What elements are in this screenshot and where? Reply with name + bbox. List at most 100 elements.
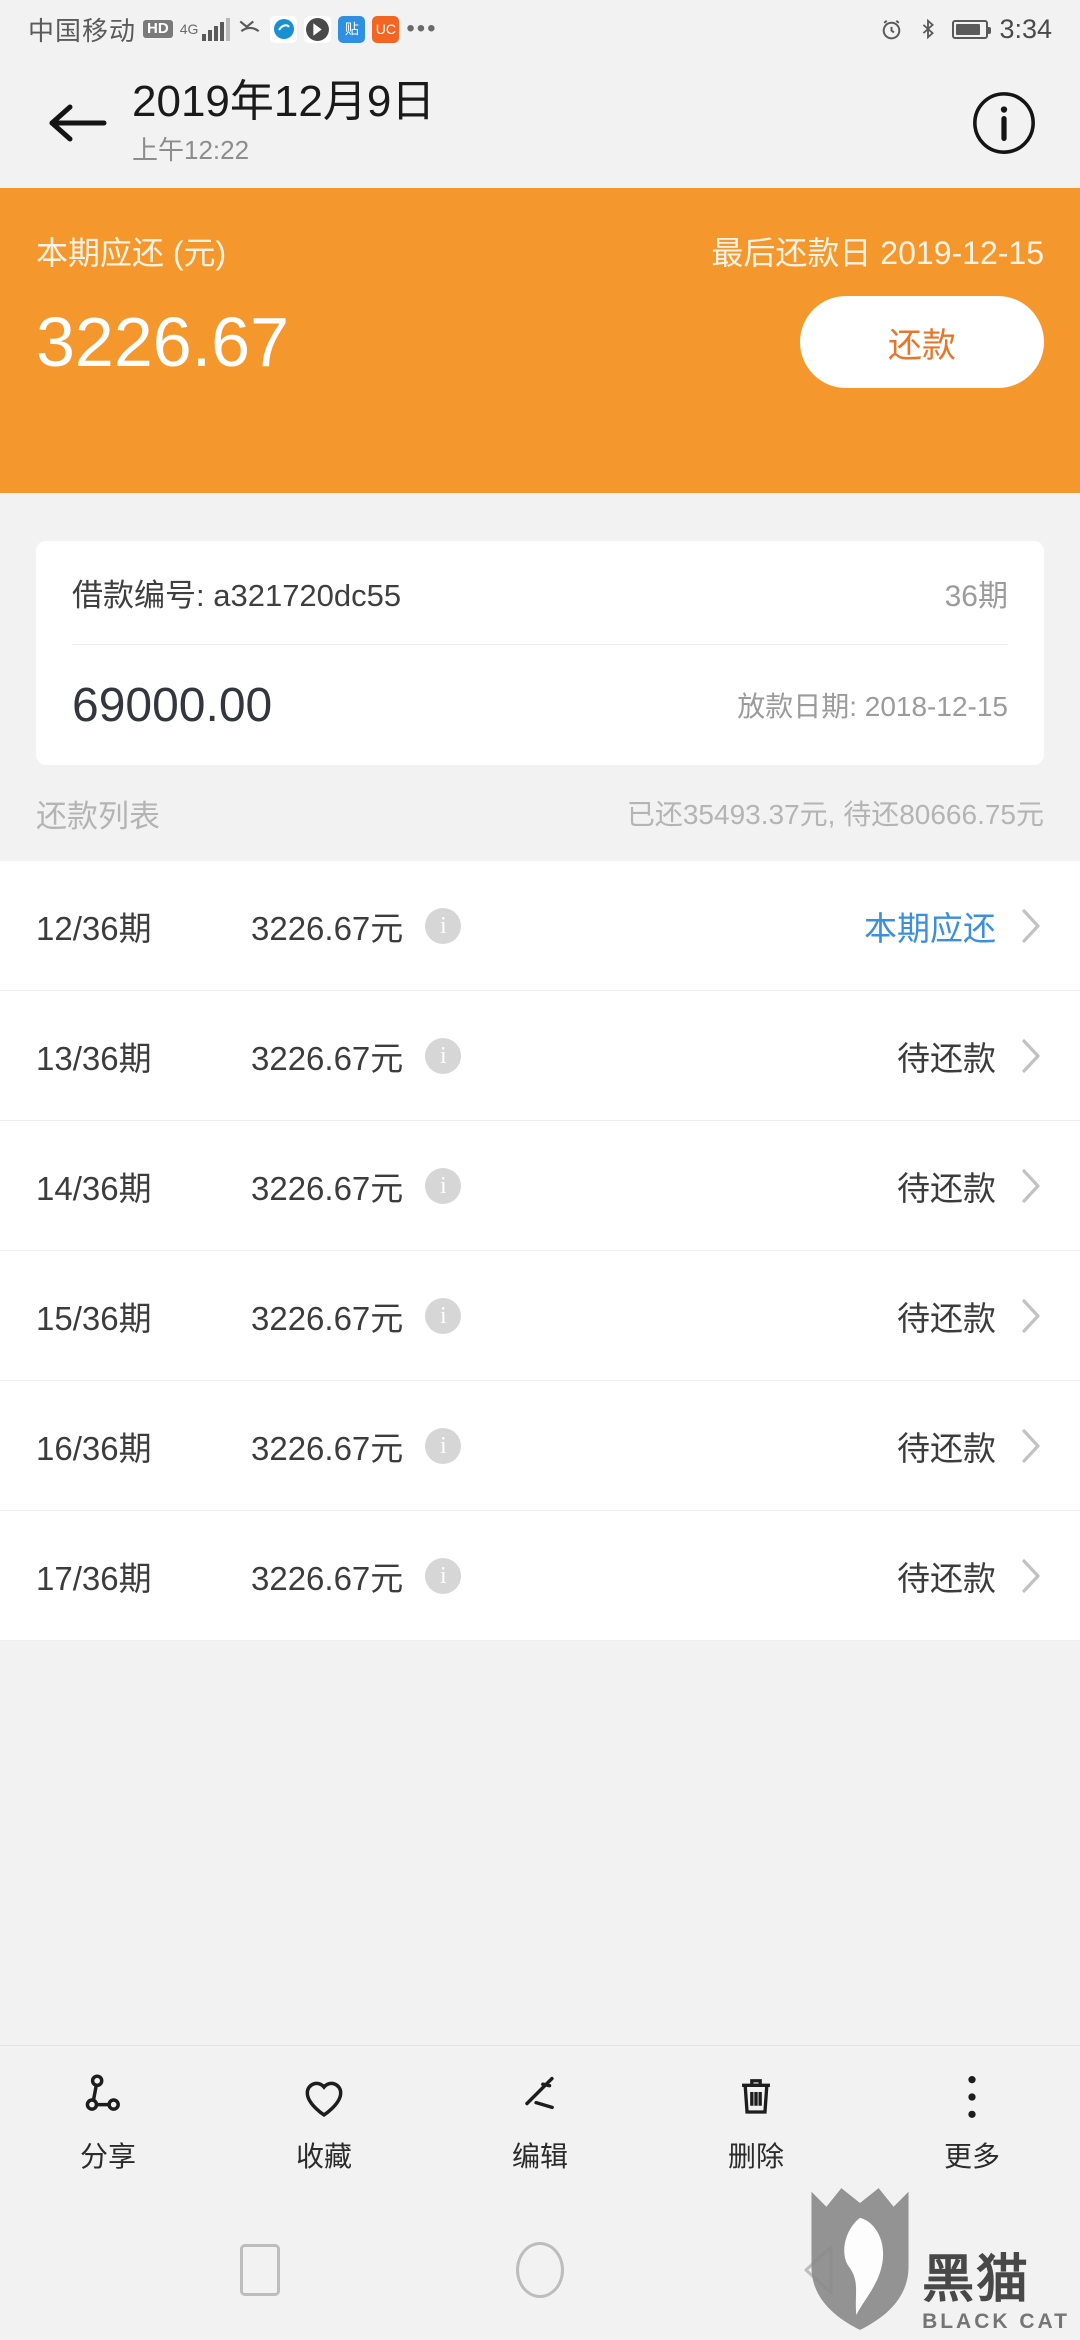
row-term: 17/36期: [36, 1560, 152, 1597]
toolbar-item-label: 更多: [943, 2141, 1000, 2172]
app-icon-tieba: 贴: [338, 15, 366, 43]
info-circle-icon: [973, 92, 1035, 154]
back-button[interactable]: [38, 84, 116, 162]
page-subtitle: 上午12:22: [132, 135, 250, 166]
row-term: 13/36期: [36, 1040, 152, 1077]
status-badge: 待还款: [897, 1040, 996, 1077]
watermark-cn: 黑猫: [922, 2251, 1031, 2309]
bottom-toolbar: 分享 收藏 编辑 删除 更多: [0, 2045, 1080, 2200]
repayment-banner: 本期应还 (元) 最后还款日 2019-12-15 3226.67 还款: [0, 188, 1080, 493]
watermark: 黑猫 BLACK CAT: [804, 2184, 1070, 2334]
row-term: 15/36期: [36, 1300, 152, 1337]
status-badge: 待还款: [897, 1170, 996, 1207]
row-amount: 3226.67元: [251, 910, 404, 947]
chevron-right-icon: [1018, 1556, 1044, 1596]
row-term: 16/36期: [36, 1430, 152, 1467]
repayment-list-title: 还款列表: [36, 798, 160, 834]
square-icon: [240, 2244, 280, 2296]
carrier-label: 中国移动: [28, 15, 137, 46]
home-button[interactable]: [495, 2225, 585, 2315]
info-icon[interactable]: i: [425, 1168, 462, 1204]
loan-disburse-date: 放款日期: 2018-12-15: [737, 691, 1008, 722]
toolbar-item-label: 删除: [727, 2141, 784, 2172]
black-cat-logo-icon: [811, 2188, 909, 2330]
status-badge: 待还款: [897, 1430, 996, 1467]
signal-bars-icon: [202, 17, 231, 41]
row-amount: 3226.67元: [251, 1040, 404, 1077]
table-row[interactable]: 12/36期 3226.67元 i 本期应还: [0, 861, 1080, 991]
toolbar-item-删除[interactable]: 删除: [648, 2071, 864, 2175]
chevron-right-icon: [1018, 1296, 1044, 1336]
loan-card-wrapper: 借款编号: a321720dc55 36期 69000.00 放款日期: 201…: [0, 493, 1080, 765]
app-icon-dark: [304, 15, 332, 43]
table-row[interactable]: 15/36期 3226.67元 i 待还款: [0, 1251, 1080, 1381]
toolbar-item-分享[interactable]: 分享: [0, 2071, 216, 2175]
info-icon[interactable]: i: [425, 1038, 462, 1074]
status-badge: 待还款: [897, 1560, 996, 1597]
banner-due-date: 最后还款日 2019-12-15: [711, 235, 1044, 271]
circle-icon: [516, 2242, 564, 2298]
recents-button[interactable]: [215, 2225, 305, 2315]
info-icon[interactable]: i: [425, 1298, 462, 1334]
page-title: 2019年12月9日: [132, 76, 436, 126]
chevron-right-icon: [1018, 1166, 1044, 1206]
loan-card-bottom-row: 69000.00 放款日期: 2018-12-15: [72, 645, 1008, 765]
info-icon[interactable]: i: [425, 1428, 462, 1464]
app-icon-blue: [270, 15, 298, 43]
loan-number-label: 借款编号: a321720dc55: [72, 578, 402, 613]
loan-card-top-row: 借款编号: a321720dc55 36期: [72, 541, 1008, 645]
row-amount: 3226.67元: [251, 1300, 404, 1337]
chevron-right-icon: [1018, 1036, 1044, 1076]
chevron-right-icon: [1018, 906, 1044, 946]
hd-icon: HD: [143, 19, 173, 39]
overflow-dots-icon: •••: [406, 15, 438, 43]
toolbar-item-label: 收藏: [295, 2141, 352, 2172]
more-vertical-icon: [957, 2071, 987, 2123]
toolbar-item-label: 分享: [79, 2141, 136, 2172]
row-amount: 3226.67元: [251, 1170, 404, 1207]
row-term: 14/36期: [36, 1170, 152, 1207]
toolbar-item-编辑[interactable]: 编辑: [432, 2071, 648, 2175]
table-row[interactable]: 17/36期 3226.67元 i 待还款: [0, 1511, 1080, 1641]
row-term: 12/36期: [36, 910, 152, 947]
row-amount: 3226.67元: [251, 1560, 404, 1597]
status-badge: 本期应还: [864, 910, 996, 947]
pencil-icon: [514, 2071, 566, 2123]
battery-icon: [952, 19, 992, 39]
header-text-group: 2019年12月9日 上午12:22: [116, 76, 968, 168]
status-bar: 中国移动 HD 4G 贴 UC ••• 3:34: [0, 0, 1080, 58]
trash-icon: [731, 2071, 781, 2123]
status-bar-left: 中国移动 HD 4G 贴 UC •••: [28, 11, 878, 48]
app-icon-uc: UC: [372, 15, 400, 43]
share-icon: [82, 2071, 134, 2123]
toolbar-item-更多[interactable]: 更多: [864, 2071, 1080, 2175]
table-row[interactable]: 13/36期 3226.67元 i 待还款: [0, 991, 1080, 1121]
repay-button[interactable]: 还款: [800, 296, 1044, 388]
alarm-icon: [878, 16, 904, 42]
table-row[interactable]: 14/36期 3226.67元 i 待还款: [0, 1121, 1080, 1251]
bluetooth-icon: [915, 16, 941, 42]
repayment-list-summary: 已还35493.37元, 待还80666.75元: [626, 799, 1044, 830]
missed-call-icon: [237, 16, 263, 42]
status-bar-right: 3:34: [878, 14, 1052, 45]
repayment-list-header: 还款列表 已还35493.37元, 待还80666.75元: [0, 765, 1080, 861]
info-icon[interactable]: i: [425, 1558, 462, 1594]
loan-terms-label: 36期: [944, 579, 1008, 613]
info-button[interactable]: [968, 87, 1040, 159]
banner-top-row: 本期应还 (元) 最后还款日 2019-12-15: [36, 228, 1044, 274]
banner-amount-value: 3226.67: [36, 303, 290, 381]
table-row[interactable]: 16/36期 3226.67元 i 待还款: [0, 1381, 1080, 1511]
loan-principal-value: 69000.00: [72, 678, 273, 732]
row-amount: 3226.67元: [251, 1430, 404, 1467]
banner-amount-label: 本期应还 (元): [36, 235, 227, 271]
watermark-text: 黑猫 BLACK CAT: [922, 2254, 1070, 2334]
clock-label: 3:34: [999, 13, 1052, 44]
loan-card[interactable]: 借款编号: a321720dc55 36期 69000.00 放款日期: 201…: [36, 541, 1044, 765]
toolbar-item-收藏[interactable]: 收藏: [216, 2071, 432, 2175]
info-icon[interactable]: i: [425, 908, 462, 944]
toolbar-item-label: 编辑: [511, 2141, 568, 2172]
status-badge: 待还款: [897, 1300, 996, 1337]
page-header: 2019年12月9日 上午12:22: [0, 58, 1080, 188]
repayment-list: 12/36期 3226.67元 i 本期应还 13/36期 3226.67元 i 待还款 14/…: [0, 861, 1080, 1641]
heart-icon: [297, 2071, 351, 2123]
